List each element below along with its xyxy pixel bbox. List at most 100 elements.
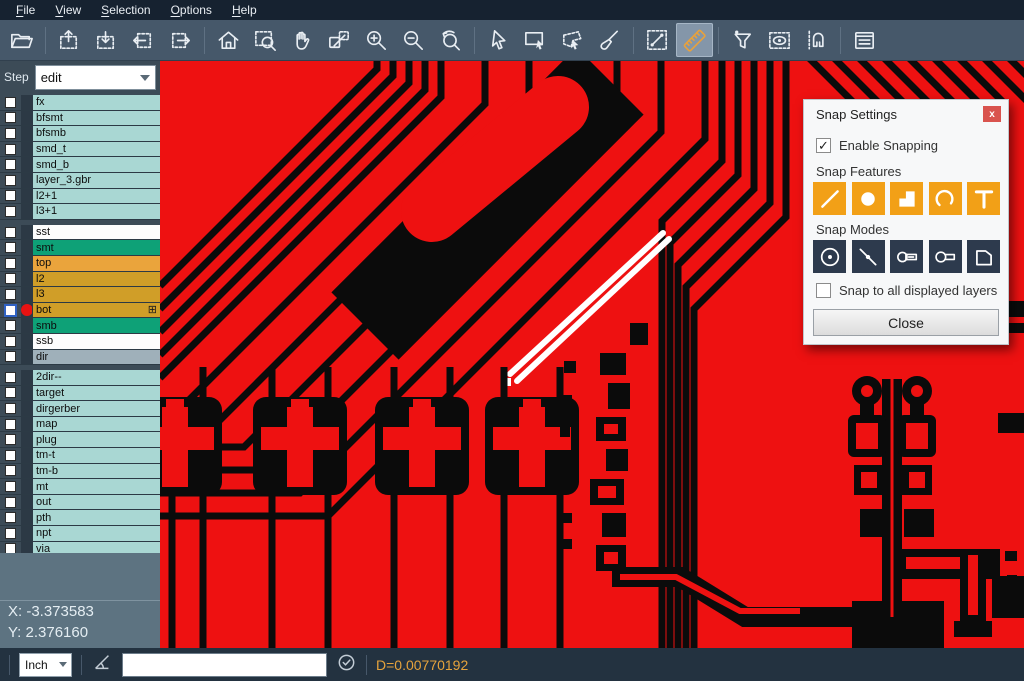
snap-line-center-button[interactable] (852, 240, 885, 273)
layer-indicator-cell[interactable] (21, 401, 32, 416)
layer-indicator-cell[interactable] (21, 303, 32, 318)
layer-indicator-cell[interactable] (21, 173, 32, 188)
layer-name-bot[interactable]: bot⊞ (32, 303, 160, 318)
layer-indicator-cell[interactable] (21, 189, 32, 204)
zoom-out-icon[interactable] (395, 23, 432, 57)
snap-pad-button[interactable] (852, 182, 885, 215)
layer-indicator-cell[interactable] (21, 350, 32, 365)
measure-value-input[interactable] (122, 653, 327, 677)
layer-indicator-cell[interactable] (21, 240, 32, 255)
all-layers-checkbox[interactable] (816, 283, 831, 298)
layer-checkbox[interactable] (5, 289, 16, 300)
layer-name-npt[interactable]: npt (32, 526, 160, 541)
angle-measure-icon[interactable] (91, 651, 113, 678)
snap-arc-button[interactable] (929, 182, 962, 215)
home-view-icon[interactable] (210, 23, 247, 57)
clear-brush-icon[interactable] (591, 23, 628, 57)
layer-checkbox[interactable] (5, 159, 16, 170)
snap-pad-center-button[interactable] (813, 240, 846, 273)
snap-pad-outline-button[interactable] (929, 240, 962, 273)
select-cursor-icon[interactable] (480, 23, 517, 57)
layer-checkbox[interactable] (5, 227, 16, 238)
layer-indicator-cell[interactable] (21, 95, 32, 110)
snap-surface-button[interactable] (890, 182, 923, 215)
pan-hand-icon[interactable] (284, 23, 321, 57)
layer-name-l3+1[interactable]: l3+1 (32, 204, 160, 219)
layer-checkbox[interactable] (5, 528, 16, 539)
snap-settings-dialog[interactable]: Snap Settings x ✓ Enable Snapping Snap F… (803, 99, 1009, 345)
layer-name-smt[interactable]: smt (32, 240, 160, 255)
layer-indicator-cell[interactable] (21, 142, 32, 157)
layer-checkbox[interactable] (5, 258, 16, 269)
select-rectangle-icon[interactable] (517, 23, 554, 57)
layer-name-top[interactable]: top (32, 256, 160, 271)
layer-checkbox[interactable] (5, 512, 16, 523)
layer-checkbox[interactable] (5, 497, 16, 508)
layer-name-ssb[interactable]: ssb (32, 334, 160, 349)
open-file-icon[interactable] (3, 23, 40, 57)
snap-line-button[interactable] (813, 182, 846, 215)
menu-item-selection[interactable]: Selection (91, 2, 160, 18)
layer-checkbox[interactable] (5, 387, 16, 398)
layer-checkbox[interactable] (5, 128, 16, 139)
snap-text-button[interactable] (967, 182, 1000, 215)
layer-checkbox[interactable] (5, 190, 16, 201)
layer-name-l3[interactable]: l3 (32, 287, 160, 302)
layer-indicator-cell[interactable] (21, 495, 32, 510)
select-polygon-icon[interactable] (554, 23, 591, 57)
layer-checkbox[interactable] (5, 372, 16, 383)
layer-checkbox[interactable] (5, 481, 16, 492)
layer-indicator-cell[interactable] (21, 464, 32, 479)
move-up-icon[interactable] (51, 23, 88, 57)
close-button[interactable]: Close (813, 309, 999, 336)
move-left-icon[interactable] (125, 23, 162, 57)
snap-pad-entire-button[interactable] (890, 240, 923, 273)
layer-indicator-cell[interactable] (21, 126, 32, 141)
layer-indicator-cell[interactable] (21, 272, 32, 287)
layer-name-smd_b[interactable]: smd_b (32, 157, 160, 172)
view-options-icon[interactable] (761, 23, 798, 57)
layer-checkbox[interactable] (5, 144, 16, 155)
layer-indicator-cell[interactable] (21, 334, 32, 349)
layer-indicator-cell[interactable] (21, 157, 32, 172)
layer-checkbox[interactable] (5, 336, 16, 347)
measure-point-icon[interactable] (639, 23, 676, 57)
layer-indicator-cell[interactable] (21, 510, 32, 525)
unit-select[interactable]: Inch (19, 653, 72, 677)
layer-indicator-cell[interactable] (21, 417, 32, 432)
menu-item-help[interactable]: Help (222, 2, 267, 18)
layer-name-bfsmt[interactable]: bfsmt (32, 111, 160, 126)
enable-snapping-checkbox[interactable]: ✓ (816, 138, 831, 153)
filter-icon[interactable] (724, 23, 761, 57)
layer-name-fx[interactable]: fx (32, 95, 160, 110)
layer-indicator-cell[interactable] (21, 256, 32, 271)
layer-indicator-cell[interactable] (21, 479, 32, 494)
layer-checkbox[interactable] (5, 320, 16, 331)
layer-indicator-cell[interactable] (21, 225, 32, 240)
move-right-icon[interactable] (162, 23, 199, 57)
layer-name-mt[interactable]: mt (32, 479, 160, 494)
layer-name-sst[interactable]: sst (32, 225, 160, 240)
layer-checkbox[interactable] (5, 403, 16, 414)
layer-indicator-cell[interactable] (21, 318, 32, 333)
zoom-object-icon[interactable] (321, 23, 358, 57)
move-down-icon[interactable] (88, 23, 125, 57)
menu-item-view[interactable]: View (45, 2, 91, 18)
layer-name-pth[interactable]: pth (32, 510, 160, 525)
layer-checkbox[interactable] (5, 242, 16, 253)
apply-icon[interactable] (336, 652, 357, 678)
zoom-in-icon[interactable] (358, 23, 395, 57)
layer-name-tm-b[interactable]: tm-b (32, 464, 160, 479)
layer-indicator-cell[interactable] (21, 204, 32, 219)
layer-name-smb[interactable]: smb (32, 318, 160, 333)
layer-indicator-cell[interactable] (21, 526, 32, 541)
layer-name-out[interactable]: out (32, 495, 160, 510)
layer-name-2dir--[interactable]: 2dir-- (32, 370, 160, 385)
snap-magnet-icon[interactable] (798, 23, 835, 57)
layer-name-layer_3.gbr[interactable]: layer_3.gbr (32, 173, 160, 188)
measure-ruler-icon[interactable] (676, 23, 713, 57)
layer-name-l2+1[interactable]: l2+1 (32, 189, 160, 204)
layer-checkbox[interactable] (5, 175, 16, 186)
layer-name-smd_t[interactable]: smd_t (32, 142, 160, 157)
layers-panel-icon[interactable] (846, 23, 883, 57)
